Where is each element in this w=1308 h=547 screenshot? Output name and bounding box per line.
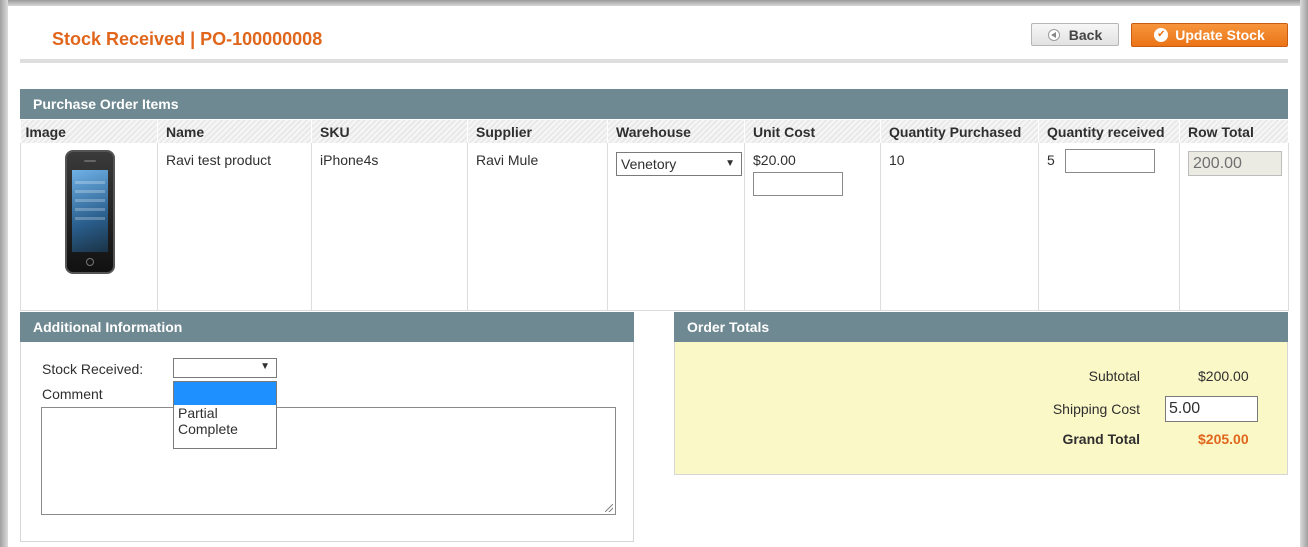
dropdown-option-complete[interactable]: Complete bbox=[174, 421, 276, 437]
column-header-name: Name bbox=[157, 120, 312, 143]
column-header-unit-cost: Unit Cost bbox=[744, 120, 881, 143]
warehouse-cell: Venetory ▼ bbox=[607, 143, 745, 311]
grand-total-label: Grand Total bbox=[1062, 431, 1140, 447]
chevron-down-icon: ▼ bbox=[260, 361, 270, 372]
unit-cost-cell: $20.00 bbox=[744, 143, 881, 311]
warehouse-select-value: Venetory bbox=[621, 156, 677, 172]
subtotal-label: Subtotal bbox=[1088, 368, 1140, 384]
column-header-supplier: Supplier bbox=[467, 120, 608, 143]
window-frame-right bbox=[1300, 0, 1308, 547]
row-total-field: 200.00 bbox=[1188, 151, 1282, 176]
unit-cost-value: $20.00 bbox=[753, 152, 796, 168]
table-row: Ravi test product iPhone4s Ravi Mule Ven… bbox=[20, 143, 1289, 311]
stock-received-select[interactable]: ▼ bbox=[173, 358, 277, 378]
product-image-cell bbox=[20, 143, 158, 311]
stock-received-dropdown-list[interactable]: Partial Complete bbox=[173, 381, 277, 449]
iphone-product-image bbox=[65, 150, 115, 274]
unit-cost-input[interactable] bbox=[753, 172, 843, 196]
resize-grip-icon[interactable] bbox=[605, 504, 613, 512]
warehouse-select[interactable]: Venetory ▼ bbox=[616, 152, 742, 176]
column-header-row-total: Row Total bbox=[1179, 120, 1289, 143]
product-name: Ravi test product bbox=[157, 143, 312, 311]
order-totals-header: Order Totals bbox=[674, 312, 1288, 342]
stock-received-label: Stock Received: bbox=[42, 361, 144, 377]
table-header-row: Image Name SKU Supplier Warehouse Unit C… bbox=[20, 120, 1289, 143]
grand-total-value: $205.00 bbox=[1198, 431, 1249, 447]
comment-textarea[interactable] bbox=[41, 407, 616, 515]
quantity-received-input[interactable] bbox=[1064, 149, 1155, 173]
additional-information-header: Additional Information bbox=[20, 312, 634, 342]
product-sku: iPhone4s bbox=[311, 143, 468, 311]
window-frame-left bbox=[0, 0, 8, 547]
window-frame-top bbox=[0, 0, 1308, 6]
column-header-sku: SKU bbox=[311, 120, 468, 143]
column-header-warehouse: Warehouse bbox=[607, 120, 745, 143]
dropdown-option-blank[interactable] bbox=[174, 382, 276, 405]
purchase-order-items-header: Purchase Order Items bbox=[20, 89, 1288, 119]
dropdown-option-partial[interactable]: Partial bbox=[174, 405, 276, 421]
shipping-cost-input[interactable]: 5.00 bbox=[1165, 396, 1258, 422]
back-arrow-icon bbox=[1047, 28, 1060, 41]
update-stock-button[interactable]: ✔ Update Stock bbox=[1131, 23, 1288, 47]
product-supplier: Ravi Mule bbox=[467, 143, 608, 311]
back-button[interactable]: Back bbox=[1031, 23, 1119, 46]
back-button-label: Back bbox=[1068, 26, 1103, 43]
column-header-quantity-received: Quantity received bbox=[1038, 120, 1180, 143]
title-divider bbox=[20, 59, 1288, 63]
chevron-down-icon: ▼ bbox=[725, 158, 735, 169]
quantity-received-prefix: 5 bbox=[1047, 152, 1055, 168]
quantity-received-cell: 5 bbox=[1038, 143, 1180, 311]
update-stock-label: Update Stock bbox=[1175, 27, 1265, 43]
check-circle-icon: ✔ bbox=[1154, 28, 1169, 42]
column-header-image: Image bbox=[20, 120, 158, 143]
shipping-cost-label: Shipping Cost bbox=[1052, 401, 1140, 417]
comment-label: Comment bbox=[42, 386, 103, 402]
column-header-quantity-purchased: Quantity Purchased bbox=[880, 120, 1039, 143]
subtotal-value: $200.00 bbox=[1198, 368, 1249, 384]
quantity-purchased: 10 bbox=[880, 143, 1039, 311]
purchase-order-items-table: Image Name SKU Supplier Warehouse Unit C… bbox=[20, 120, 1289, 311]
row-total-cell: 200.00 bbox=[1179, 143, 1289, 311]
page-title: Stock Received | PO-100000008 bbox=[52, 29, 323, 49]
